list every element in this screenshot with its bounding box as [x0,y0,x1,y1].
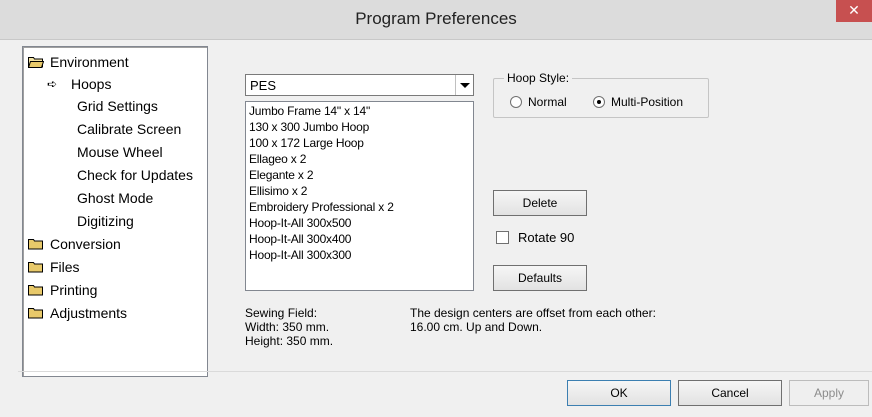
offset-info-line1: The design centers are offset from each … [410,306,656,320]
list-item[interactable]: 100 x 172 Large Hoop [249,136,364,152]
tree-item-label: Files [50,259,80,275]
hoop-style-legend: Hoop Style: [504,71,573,85]
open-folder-icon [28,56,44,68]
tree-item-label: Printing [50,282,98,298]
offset-info: The design centers are offset from each … [410,306,656,334]
tree-item-files[interactable]: Files [28,256,80,278]
tree-item-grid-settings[interactable]: Grid Settings [77,95,158,117]
folder-icon [28,261,44,273]
radio-icon[interactable] [510,96,522,108]
tree-item-label: Digitizing [77,213,134,229]
tree-item-digitizing[interactable]: Digitizing [77,210,134,232]
tree-item-adjustments[interactable]: Adjustments [28,302,127,324]
cancel-button[interactable]: Cancel [678,380,782,406]
radio-normal[interactable]: Normal [510,95,567,109]
list-item[interactable]: Hoop-It-All 300x400 [249,232,351,248]
offset-info-line2: 16.00 cm. Up and Down. [410,320,543,334]
tree-item-label: Mouse Wheel [77,144,163,160]
format-select-value: PES [250,78,277,93]
list-item[interactable]: 130 x 300 Jumbo Hoop [249,120,369,136]
tree-item-label: Grid Settings [77,98,158,114]
folder-icon [28,284,44,296]
rotate-90-checkbox[interactable]: Rotate 90 [496,230,574,245]
radio-label: Normal [528,95,567,109]
tree-item-label: Check for Updates [77,167,193,183]
list-item[interactable]: Hoop-It-All 300x500 [249,216,351,232]
hoop-list[interactable]: Jumbo Frame 14" x 14" 130 x 300 Jumbo Ho… [245,101,474,291]
tree-item-label: Ghost Mode [77,190,154,206]
tree-item-check-for-updates[interactable]: Check for Updates [77,164,193,186]
category-tree[interactable]: Environment ➪ Hoops Grid Settings Calibr… [22,46,208,377]
tree-item-ghost-mode[interactable]: Ghost Mode [77,187,153,209]
tree-item-label: Conversion [50,236,121,252]
sewing-field-width: Width: 350 mm. [245,320,330,334]
radio-label: Multi-Position [611,95,684,109]
tree-item-calibrate-screen[interactable]: Calibrate Screen [77,118,181,140]
list-item[interactable]: Hoop-It-All 300x300 [249,248,351,264]
tree-item-conversion[interactable]: Conversion [28,233,121,255]
apply-button[interactable]: Apply [789,380,869,406]
folder-icon [28,238,44,250]
title-bar: Program Preferences ✕ [0,0,872,40]
checkbox-icon[interactable] [496,231,509,244]
format-select[interactable]: PES [245,74,474,96]
tree-item-mouse-wheel[interactable]: Mouse Wheel [77,141,163,163]
ok-button[interactable]: OK [567,380,671,406]
window-title: Program Preferences [355,9,517,28]
footer-divider [18,371,872,372]
dialog-body: Environment ➪ Hoops Grid Settings Calibr… [18,40,872,417]
close-button[interactable]: ✕ [836,0,872,22]
folder-icon [28,307,44,319]
sewing-field-info: Sewing Field: Width: 350 mm. Height: 350… [245,306,333,348]
tree-item-label: Hoops [71,76,112,92]
list-item[interactable]: Embroidery Professional x 2 [249,200,394,216]
rotate-90-label: Rotate 90 [518,230,575,245]
tree-item-printing[interactable]: Printing [28,279,97,301]
delete-button[interactable]: Delete [493,190,587,216]
sewing-field-height: Height: 350 mm. [245,334,334,348]
tree-item-environment[interactable]: Environment [28,51,129,73]
list-item[interactable]: Elegante x 2 [249,168,314,184]
list-item[interactable]: Ellisimo x 2 [249,184,307,200]
list-item[interactable]: Jumbo Frame 14" x 14" [249,104,370,120]
selected-arrow-icon: ➪ [47,77,58,91]
radio-multi-position[interactable]: Multi-Position [593,95,683,109]
tree-item-hoops[interactable]: ➪ Hoops [47,73,111,95]
tree-item-label: Calibrate Screen [77,121,182,137]
tree-item-label: Environment [50,54,129,70]
defaults-button[interactable]: Defaults [493,265,587,291]
radio-selected-icon[interactable] [593,96,605,108]
list-item[interactable]: Ellageo x 2 [249,152,306,168]
chevron-down-icon[interactable] [455,75,473,95]
hoop-style-group: Hoop Style: Normal Multi-Position [493,71,709,118]
tree-item-label: Adjustments [50,305,128,321]
sewing-field-heading: Sewing Field: [245,306,318,320]
